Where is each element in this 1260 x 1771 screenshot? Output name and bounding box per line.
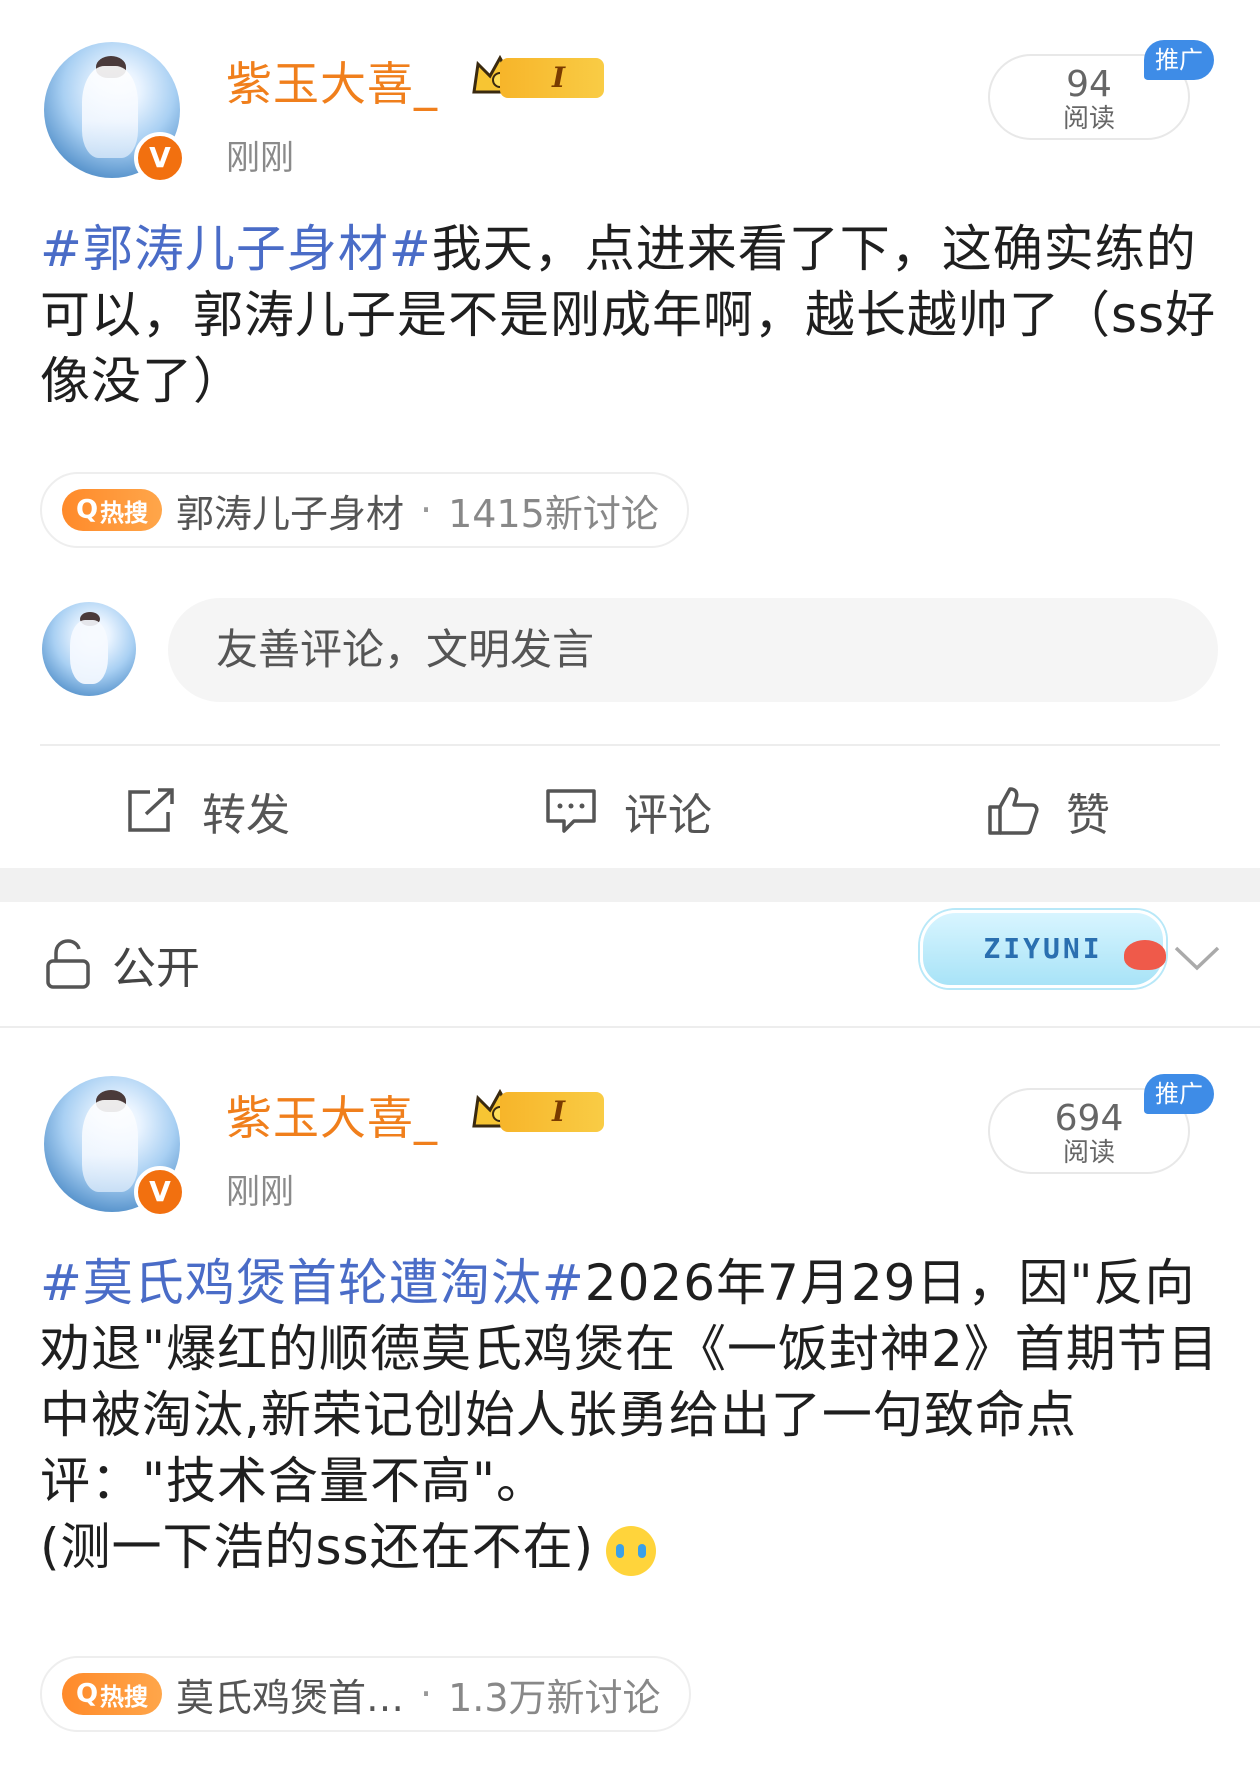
hot-discussion-count: 1.3万新讨论	[448, 1675, 661, 1720]
comment-avatar	[42, 602, 136, 696]
divider	[40, 744, 1220, 746]
chevron-down-icon[interactable]	[1172, 944, 1222, 974]
hot-search-badge: Q 热搜	[62, 489, 162, 531]
section-separator	[0, 868, 1260, 902]
like-button[interactable]: 赞	[986, 774, 1110, 848]
unlock-icon	[46, 939, 90, 989]
post-time: 刚刚	[226, 1172, 294, 1212]
post-hashtag[interactable]: #莫氏鸡煲首轮遭淘汰#	[40, 1254, 585, 1312]
avatar-figure	[82, 1100, 138, 1192]
read-label: 阅读	[1062, 104, 1115, 134]
avatar-figure	[82, 66, 138, 158]
visibility-setting[interactable]: 公开	[44, 932, 200, 996]
search-icon: Q	[75, 495, 99, 525]
username[interactable]: 紫玉大喜_	[226, 1082, 438, 1148]
search-icon: Q	[75, 1679, 99, 1709]
repost-label: 转发	[202, 790, 290, 841]
repost-button[interactable]: 转发	[124, 774, 290, 848]
vip-level-badge: I	[500, 1092, 604, 1132]
verified-badge-icon: V	[134, 132, 186, 184]
comment-icon	[546, 789, 596, 833]
thumbs-up-icon	[988, 787, 1039, 835]
hot-search-label: 热搜	[100, 498, 149, 527]
like-label: 赞	[1066, 790, 1110, 841]
hot-search-pill[interactable]: Q 热搜 郭涛儿子身材 · 1415新讨论	[40, 472, 689, 548]
hot-discussion-count: 1415新讨论	[448, 491, 659, 536]
divider	[0, 1026, 1260, 1028]
post-content: #郭涛儿子身材#我天，点进来看了下，这确实练的可以，郭涛儿子是不是刚成年啊，越长…	[40, 216, 1220, 414]
hot-search-pill[interactable]: Q 热搜 莫氏鸡煲首… · 1.3万新讨论	[40, 1656, 691, 1732]
crab-icon	[1124, 940, 1166, 970]
hot-separator: ·	[420, 488, 433, 532]
post-body-note: (测一下浩的ss还在不在)	[40, 1518, 595, 1576]
hot-separator: ·	[420, 1672, 433, 1716]
promo-badge: 推广	[1144, 40, 1214, 80]
visibility-label: 公开	[112, 943, 200, 994]
username[interactable]: 紫玉大喜_	[226, 48, 438, 114]
crying-emoji-icon	[606, 1525, 657, 1576]
avatar-figure	[70, 620, 108, 684]
post-content: #莫氏鸡煲首轮遭淘汰#2026年7月29日，因"反向劝退"爆红的顺德莫氏鸡煲在《…	[40, 1250, 1220, 1580]
hot-topic: 郭涛儿子身材	[176, 491, 405, 536]
post-time: 刚刚	[226, 138, 294, 178]
repost-icon	[128, 788, 174, 832]
vip-level-badge: I	[500, 58, 604, 98]
comment-label: 评论	[624, 790, 712, 841]
hot-topic: 莫氏鸡煲首…	[176, 1675, 405, 1720]
read-label: 阅读	[1062, 1138, 1115, 1168]
hot-search-label: 热搜	[100, 1682, 149, 1711]
post-hashtag[interactable]: #郭涛儿子身材#	[40, 220, 432, 278]
hot-search-badge: Q 热搜	[62, 1673, 162, 1715]
comment-button[interactable]: 评论	[544, 774, 712, 848]
promo-badge: 推广	[1144, 1074, 1214, 1114]
verified-badge-icon: V	[134, 1166, 186, 1218]
comment-input[interactable]: 友善评论，文明发言	[168, 598, 1218, 702]
